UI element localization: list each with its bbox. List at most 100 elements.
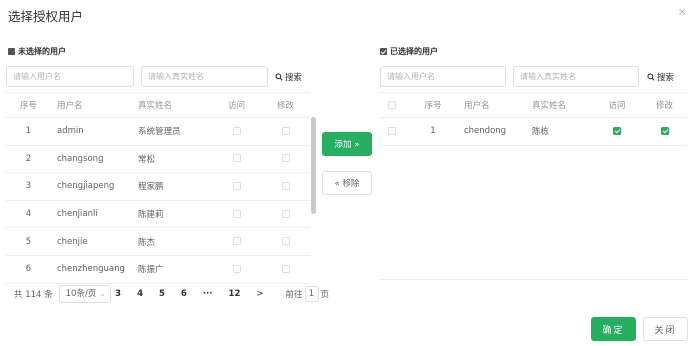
page-5[interactable]: 5 <box>159 289 165 299</box>
right-table-header: 序号 用户名 真实姓名 访问 修改 <box>380 93 687 118</box>
cell-realname: 陈杰 <box>138 237 156 248</box>
cell-modify <box>261 126 310 136</box>
pagination: 共 114 条 10条/页 ⌄ 3 4 5 6 ··· 12 > 前往 1 页 <box>14 285 329 303</box>
pager-total: 共 114 条 <box>14 290 53 300</box>
cell-no: 6 <box>25 264 32 275</box>
cell-realname: 陈栋 <box>532 127 550 138</box>
checkbox-checked-icon <box>380 48 387 55</box>
modify-checkbox[interactable] <box>281 126 290 135</box>
cell-modify <box>261 264 310 274</box>
right-username-input[interactable]: 请输入用户名 <box>380 66 506 87</box>
cell-access <box>212 126 261 136</box>
next-page-icon[interactable]: > <box>256 289 263 299</box>
table-row[interactable]: 5 chenjie 陈杰 <box>6 228 310 256</box>
left-table-header: 序号 用户名 真实姓名 访问 修改 <box>6 93 310 118</box>
table-row[interactable]: 6 chenzhenguang 陈振广 <box>6 256 310 284</box>
cell-access <box>212 209 261 219</box>
left-username-input[interactable]: 请输入用户名 <box>6 66 134 87</box>
cell-access <box>592 126 642 136</box>
page-4[interactable]: 4 <box>137 289 143 299</box>
cell-realname: 常松 <box>138 154 156 165</box>
cell-username: chenjie <box>57 236 88 247</box>
left-search-label: 搜索 <box>285 72 303 83</box>
cell-username: chenjianli <box>57 209 98 220</box>
cell-no: 1 <box>25 126 32 137</box>
cell-username: changsong <box>57 153 104 164</box>
goto-prefix: 前往 <box>285 290 303 300</box>
cell-access <box>212 264 261 274</box>
left-section-label: 未选择的用户 <box>8 46 66 57</box>
right-section-label: 已选择的用户 <box>380 46 438 57</box>
search-icon <box>647 72 655 81</box>
close-button[interactable]: 关闭 <box>643 317 688 341</box>
add-button[interactable]: 添加 » <box>322 132 372 156</box>
modify-checkbox[interactable] <box>281 181 290 190</box>
cell-access <box>212 181 261 191</box>
cell-select <box>380 126 404 136</box>
col-realname: 真实姓名 <box>138 101 173 111</box>
cell-no: 4 <box>25 209 32 220</box>
table-row[interactable]: 1 chendong 陈栋 <box>380 118 687 146</box>
right-search-button[interactable]: 搜索 <box>647 66 674 87</box>
left-search-button[interactable]: 搜索 <box>275 66 302 87</box>
col-no: 序号 <box>19 101 37 111</box>
page-size-select[interactable]: 10条/页 ⌄ <box>58 285 112 303</box>
cell-no: 5 <box>25 236 32 247</box>
cell-username: admin <box>57 126 84 137</box>
close-icon[interactable]: × <box>678 5 687 18</box>
cell-access <box>212 154 261 164</box>
access-checkbox[interactable] <box>232 209 241 218</box>
access-checkbox[interactable] <box>232 264 241 273</box>
col-access: 访问 <box>608 101 626 111</box>
modify-checkbox[interactable] <box>281 209 290 218</box>
access-checkbox[interactable] <box>613 126 621 135</box>
right-search-label: 搜索 <box>657 72 675 83</box>
modify-checkbox[interactable] <box>281 264 290 273</box>
col-no: 序号 <box>424 101 442 111</box>
right-user-table: 序号 用户名 真实姓名 访问 修改 1 chendong 陈栋 <box>380 92 687 146</box>
cell-modify <box>261 237 310 247</box>
cell-modify <box>642 126 687 136</box>
page-3[interactable]: 3 <box>115 289 121 299</box>
cell-no: 2 <box>25 153 32 164</box>
page-more[interactable]: ··· <box>203 289 213 299</box>
right-realname-input[interactable]: 请输入真实姓名 <box>513 66 639 87</box>
right-label-text: 已选择的用户 <box>390 47 438 56</box>
divider <box>380 279 687 280</box>
col-username: 用户名 <box>464 101 490 111</box>
page-6[interactable]: 6 <box>181 289 187 299</box>
col-username: 用户名 <box>57 101 83 111</box>
square-icon <box>8 48 15 55</box>
cell-no: 1 <box>430 126 436 137</box>
page-12[interactable]: 12 <box>229 289 241 299</box>
cell-realname: 陈振广 <box>138 265 164 276</box>
col-modify: 修改 <box>276 101 294 111</box>
select-all-checkbox[interactable] <box>388 100 396 109</box>
left-realname-input[interactable]: 请输入真实姓名 <box>141 66 268 87</box>
table-row[interactable]: 3 chengjiapeng 程家鹏 <box>6 173 310 201</box>
access-checkbox[interactable] <box>232 181 241 190</box>
remove-button[interactable]: « 移除 <box>322 171 372 195</box>
goto-page-input[interactable]: 1 <box>304 286 319 302</box>
modify-checkbox[interactable] <box>281 237 290 246</box>
confirm-button[interactable]: 确定 <box>591 317 636 341</box>
col-select <box>380 100 404 110</box>
left-table-scrollbar[interactable] <box>311 117 316 214</box>
modify-checkbox[interactable] <box>660 126 669 135</box>
col-access: 访问 <box>227 101 245 111</box>
table-row[interactable]: 1 admin 系统管理员 <box>6 118 310 146</box>
access-checkbox[interactable] <box>232 126 241 135</box>
cell-realname: 系统管理员 <box>138 127 181 138</box>
cell-no: 3 <box>25 181 32 192</box>
access-checkbox[interactable] <box>232 154 241 163</box>
table-row[interactable]: 4 chenjianli 陈建莉 <box>6 201 310 229</box>
cell-modify <box>261 181 310 191</box>
col-modify: 修改 <box>655 101 673 111</box>
table-row[interactable]: 2 changsong 常松 <box>6 146 310 174</box>
cell-modify <box>261 209 310 219</box>
cell-username: chenzhenguang <box>57 264 125 275</box>
modify-checkbox[interactable] <box>281 154 290 163</box>
access-checkbox[interactable] <box>232 237 241 246</box>
row-select-checkbox[interactable] <box>388 126 396 135</box>
cell-access <box>212 237 261 247</box>
